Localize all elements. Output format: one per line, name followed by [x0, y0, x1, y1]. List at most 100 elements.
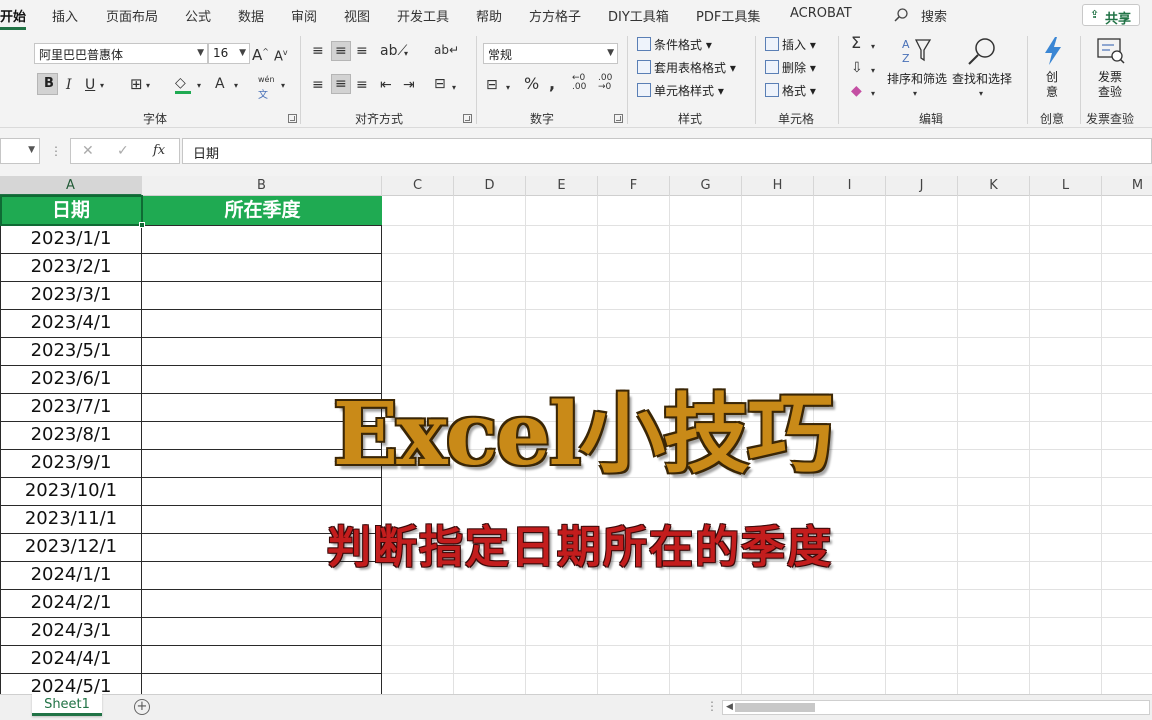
wrap-text-icon[interactable]: ab↵: [434, 42, 459, 58]
font-name-select[interactable]: 阿里巴巴普惠体 ▼: [34, 43, 208, 64]
phonetic-icon[interactable]: wén 文: [258, 72, 275, 104]
fill-color-icon[interactable]: ◇: [175, 75, 191, 94]
chevron-down-icon[interactable]: ▾: [197, 78, 201, 94]
date-cell[interactable]: 2023/10/1: [0, 480, 142, 501]
date-cell[interactable]: 2024/4/1: [0, 648, 142, 669]
date-cell[interactable]: 2023/1/1: [0, 228, 142, 249]
search-label[interactable]: 搜索: [921, 6, 947, 25]
align-left-icon[interactable]: ≡: [312, 77, 324, 93]
bold-button[interactable]: B: [37, 73, 58, 95]
create-label[interactable]: 创意: [1046, 70, 1058, 100]
sheet-tab-sheet1[interactable]: Sheet1: [32, 694, 102, 716]
column-header-k[interactable]: K: [958, 176, 1030, 196]
horizontal-scrollbar[interactable]: ◀: [722, 700, 1150, 715]
tab-data[interactable]: 数据: [238, 6, 264, 25]
share-button[interactable]: ⇪ 共享: [1082, 4, 1140, 27]
chevron-down-icon[interactable]: ▾: [913, 86, 917, 102]
align-bottom-icon[interactable]: ≡: [356, 43, 368, 59]
date-cell[interactable]: 2023/11/1: [0, 508, 142, 529]
cancel-icon[interactable]: ✕: [82, 143, 94, 159]
chevron-down-icon[interactable]: ▾: [100, 78, 104, 94]
quarter-cell[interactable]: [143, 338, 381, 364]
chevron-down-icon[interactable]: ▾: [871, 63, 875, 79]
font-dialog-launcher-icon[interactable]: [288, 114, 297, 123]
chevron-down-icon[interactable]: ▾: [404, 46, 408, 62]
tab-fangfanggezi[interactable]: 方方格子: [529, 6, 581, 25]
invoice-check-label[interactable]: 发票 查验: [1098, 70, 1122, 100]
decrease-font-icon[interactable]: Av: [274, 45, 288, 65]
column-header-d[interactable]: D: [454, 176, 526, 196]
quarter-cell[interactable]: [143, 646, 381, 672]
chevron-down-icon[interactable]: ▾: [871, 39, 875, 55]
name-box[interactable]: ▼: [0, 138, 40, 164]
increase-font-icon[interactable]: A^: [252, 44, 269, 63]
tab-pdf-tools[interactable]: PDF工具集: [696, 6, 760, 25]
add-sheet-icon[interactable]: +: [134, 699, 150, 715]
header-cell-quarter[interactable]: 所在季度: [142, 196, 382, 225]
align-center-button[interactable]: ≡: [331, 74, 351, 94]
column-header-a[interactable]: A: [0, 176, 142, 196]
underline-icon[interactable]: U: [85, 77, 95, 93]
insert-cells-button[interactable]: 插入 ▾: [765, 36, 816, 53]
quarter-cell[interactable]: [143, 254, 381, 280]
sort-filter-label[interactable]: 排序和筛选: [887, 70, 947, 87]
tab-acrobat[interactable]: ACROBAT: [790, 6, 852, 21]
increase-decimal-icon[interactable]: ←0.00: [572, 74, 586, 92]
date-cell[interactable]: 2024/2/1: [0, 592, 142, 613]
percent-icon[interactable]: %: [524, 76, 539, 92]
column-header-m[interactable]: M: [1102, 176, 1152, 196]
date-cell[interactable]: 2023/8/1: [0, 424, 142, 445]
font-size-select[interactable]: 16 ▼: [208, 43, 250, 64]
resize-handle[interactable]: ⋮: [706, 699, 718, 713]
lightning-icon[interactable]: [1042, 36, 1064, 66]
column-header-j[interactable]: J: [886, 176, 958, 196]
chevron-down-icon[interactable]: ▾: [452, 80, 456, 96]
date-cell[interactable]: 2023/4/1: [0, 312, 142, 333]
alignment-dialog-launcher-icon[interactable]: [463, 114, 472, 123]
quarter-cell[interactable]: [143, 282, 381, 308]
delete-cells-button[interactable]: 删除 ▾: [765, 59, 816, 76]
align-top-icon[interactable]: ≡: [312, 43, 324, 59]
format-cells-button[interactable]: 格式 ▾: [765, 82, 816, 99]
column-header-h[interactable]: H: [742, 176, 814, 196]
date-cell[interactable]: 2024/5/1: [0, 676, 142, 694]
fill-down-icon[interactable]: ⇩: [851, 60, 863, 76]
column-header-l[interactable]: L: [1030, 176, 1102, 196]
column-header-i[interactable]: I: [814, 176, 886, 196]
column-header-b[interactable]: B: [142, 176, 382, 196]
conditional-format-button[interactable]: 条件格式 ▾: [637, 36, 712, 53]
decrease-decimal-icon[interactable]: .00 →0: [598, 74, 612, 92]
tab-help[interactable]: 帮助: [476, 6, 502, 25]
number-dialog-launcher-icon[interactable]: [614, 114, 623, 123]
tab-formulas[interactable]: 公式: [185, 6, 211, 25]
tab-developer[interactable]: 开发工具: [397, 6, 449, 25]
date-cell[interactable]: 2023/7/1: [0, 396, 142, 417]
date-cell[interactable]: 2023/9/1: [0, 452, 142, 473]
border-icon[interactable]: ⊞: [130, 76, 143, 92]
comma-style-icon[interactable]: ,: [549, 76, 555, 92]
align-right-icon[interactable]: ≡: [356, 77, 368, 93]
autosum-icon[interactable]: Σ: [851, 35, 861, 51]
cell-styles-button[interactable]: 单元格样式 ▾: [637, 82, 724, 99]
invoice-check-icon[interactable]: [1096, 36, 1126, 66]
chevron-down-icon[interactable]: ▾: [506, 80, 510, 96]
decrease-indent-icon[interactable]: ⇤: [380, 77, 392, 93]
merge-center-icon[interactable]: ⊟: [434, 76, 446, 92]
confirm-icon[interactable]: ✓: [117, 143, 129, 159]
scrollbar-thumb[interactable]: [735, 703, 815, 712]
italic-icon[interactable]: I: [66, 77, 72, 93]
quarter-cell[interactable]: [143, 310, 381, 336]
chevron-down-icon[interactable]: ▾: [146, 78, 150, 94]
formula-input[interactable]: 日期: [182, 138, 1152, 164]
date-cell[interactable]: 2023/3/1: [0, 284, 142, 305]
quarter-cell[interactable]: [143, 618, 381, 644]
column-header-e[interactable]: E: [526, 176, 598, 196]
tab-home[interactable]: 开始: [0, 6, 26, 25]
search-icon[interactable]: [893, 7, 909, 23]
chevron-down-icon[interactable]: ▾: [871, 86, 875, 102]
column-header-f[interactable]: F: [598, 176, 670, 196]
date-cell[interactable]: 2023/12/1: [0, 536, 142, 557]
quarter-cell[interactable]: [143, 590, 381, 616]
column-header-c[interactable]: C: [382, 176, 454, 196]
increase-indent-icon[interactable]: ⇥: [403, 77, 415, 93]
